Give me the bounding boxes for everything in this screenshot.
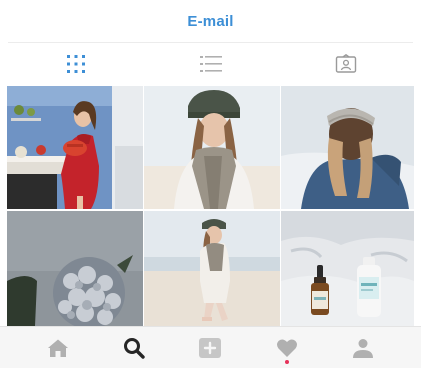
post-thumbnail-4[interactable]: [7, 211, 143, 326]
post-image: [7, 86, 143, 209]
tab-tagged-photos[interactable]: [316, 47, 376, 81]
post-image: [281, 86, 414, 209]
tab-list-view[interactable]: [181, 47, 241, 81]
email-link[interactable]: E-mail: [187, 13, 233, 30]
post-thumbnail-5[interactable]: [144, 211, 280, 326]
list-view-icon: [199, 55, 222, 72]
post-image: [144, 211, 280, 326]
nav-search[interactable]: [114, 330, 154, 366]
post-image: [7, 211, 143, 326]
nav-add-post[interactable]: [190, 330, 230, 366]
nav-home[interactable]: [38, 330, 78, 366]
notification-dot: [284, 359, 289, 364]
post-thumbnail-1[interactable]: [7, 86, 143, 209]
nav-profile[interactable]: [343, 330, 383, 366]
profile-icon: [352, 338, 373, 358]
activity-heart-icon: [276, 338, 297, 357]
profile-view-tabs: [8, 42, 413, 84]
post-image: [144, 86, 280, 209]
bottom-navigation: [0, 326, 421, 368]
nav-activity[interactable]: [267, 330, 307, 366]
search-icon: [124, 337, 145, 359]
header: E-mail: [0, 0, 421, 42]
add-post-icon: [199, 337, 222, 358]
grid-view-icon: [66, 54, 85, 73]
post-thumbnail-3[interactable]: [281, 86, 414, 209]
tagged-photos-icon: [335, 53, 356, 73]
post-thumbnail-2[interactable]: [144, 86, 280, 209]
tab-grid-view[interactable]: [46, 47, 106, 81]
post-thumbnail-6[interactable]: [281, 211, 414, 326]
home-icon: [48, 339, 69, 357]
post-image: [281, 211, 414, 326]
photo-grid: [7, 86, 414, 326]
